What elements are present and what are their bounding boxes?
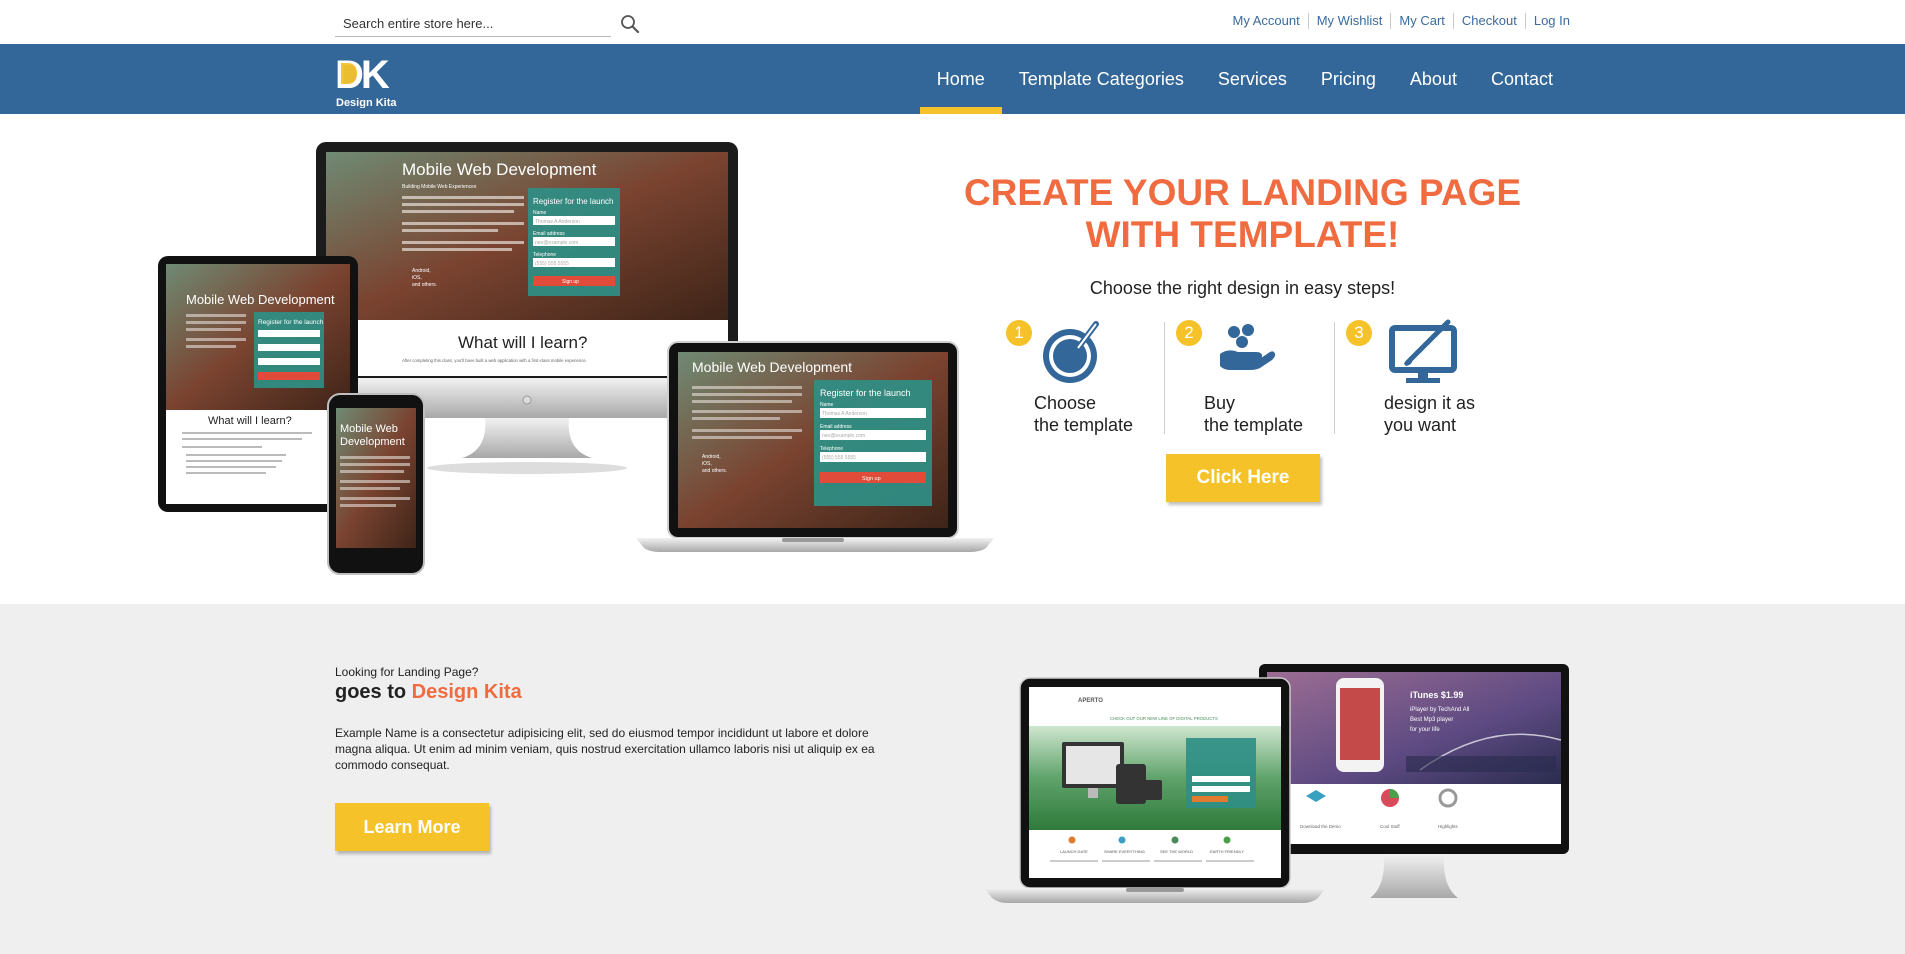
laptop-list-item: iOS, <box>702 461 712 467</box>
monitor-feature: Download the Demo <box>1300 824 1341 829</box>
lower-title: goes to Design Kita <box>335 681 522 704</box>
imac-screen-tagline: Building Mobile Web Experiences <box>402 184 477 190</box>
laptop-screen-title: Mobile Web Development <box>692 359 852 375</box>
imac-list-item: Android, <box>412 268 431 274</box>
step-3-badge: 3 <box>1346 320 1372 346</box>
nav-about[interactable]: About <box>1393 44 1474 114</box>
monitor-line: Best Mp3 player <box>1410 717 1453 723</box>
hero-subtitle: Choose the right design in easy steps! <box>1089 278 1396 298</box>
nav-template-categories[interactable]: Template Categories <box>1002 44 1201 114</box>
step-2-label: Buy the template <box>1204 392 1303 436</box>
laptop-feature: LAUNCH DATE <box>1060 849 1088 854</box>
imac-email-value: neo@example.com <box>535 240 578 246</box>
top-bar: My Account My Wishlist My Cart Checkout … <box>0 0 1905 44</box>
laptop-phone-label: Telephone <box>820 446 843 452</box>
step-divider <box>1334 322 1335 434</box>
laptop-feature: SHARE EVERYTHING <box>1104 849 1145 854</box>
imac-name-value: Thomas A Anderson <box>535 219 580 225</box>
step-3-line1: design it as <box>1384 393 1476 413</box>
checkout-link[interactable]: Checkout <box>1452 13 1525 29</box>
ipad-form-title: Register for the launch <box>258 319 324 326</box>
iphone-screen-title: Mobile Web <box>340 423 398 435</box>
monitor-price: iTunes $1.99 <box>1410 690 1463 700</box>
step-3-line2: you want <box>1384 415 1457 435</box>
step-1-badge: 1 <box>1006 320 1032 346</box>
hand-coins-icon <box>1220 324 1276 370</box>
step-1-label: Choose the template <box>1034 392 1133 436</box>
hero-title: CREATE YOUR LANDING PAGE WITH TEMPLATE! <box>930 172 1555 256</box>
account-links: My Account My Wishlist My Cart Checkout … <box>1225 13 1570 29</box>
nav-home[interactable]: Home <box>919 44 1002 114</box>
hero-title-line2: WITH TEMPLATE! <box>1085 214 1400 255</box>
laptop-list-item: and others. <box>702 468 727 474</box>
nav-pricing[interactable]: Pricing <box>1304 44 1393 114</box>
laptop-signup: Sign up <box>862 476 881 482</box>
my-cart-link[interactable]: My Cart <box>1390 13 1453 29</box>
imac-name-label: Name <box>533 210 547 216</box>
monitor-feature: Cool Stuff <box>1380 824 1400 829</box>
step-2-line2: the template <box>1204 415 1304 435</box>
nav-services[interactable]: Services <box>1201 44 1304 114</box>
step-2-badge: 2 <box>1176 320 1202 346</box>
logo[interactable]: DK Design Kita <box>335 52 407 108</box>
template-devices-illustration: iTunes $1.99 iPlayer by TechAnd All Best… <box>984 664 1569 903</box>
imac-phone-value: (555) 555 5555 <box>535 261 569 267</box>
my-wishlist-link[interactable]: My Wishlist <box>1307 13 1391 29</box>
laptop-list-item: Android, <box>702 454 721 460</box>
step-3-label: design it as you want <box>1384 392 1475 436</box>
imac-list-item: and others. <box>412 282 437 288</box>
lower-description: Example Name is a consectetur adipisicin… <box>335 726 875 772</box>
lower-title-brand: Design Kita <box>411 681 522 703</box>
iphone-screen-title: Development <box>340 436 405 448</box>
monitor-brush-icon <box>1389 319 1457 383</box>
imac-list-item: iOS, <box>412 275 422 281</box>
monitor-feature: Highlights <box>1438 824 1459 829</box>
imac-footer-note: After completing this class, you'll have… <box>402 358 587 363</box>
nav-contact[interactable]: Contact <box>1474 44 1570 114</box>
step-divider <box>1164 322 1165 434</box>
lower-section <box>0 604 1905 954</box>
laptop-banner: CHECK OUT OUR NEW LINE OF DIGITAL PRODUC… <box>1110 716 1218 721</box>
laptop-email-label: Email address <box>820 424 852 430</box>
imac-phone-label: Telephone <box>533 252 556 258</box>
step-2-line1: Buy <box>1204 393 1236 413</box>
my-account-link[interactable]: My Account <box>1225 13 1308 29</box>
lower-eyebrow: Looking for Landing Page? <box>335 665 479 679</box>
imac-learn-heading: What will I learn? <box>458 333 587 352</box>
search-input[interactable] <box>335 10 611 37</box>
learn-more-button[interactable]: Learn More <box>335 803 489 851</box>
responsive-devices-illustration: Mobile Web Development Building Mobile W… <box>158 142 994 575</box>
click-here-button[interactable]: Click Here <box>1166 454 1320 502</box>
search-icon[interactable] <box>620 14 640 34</box>
imac-email-label: Email address <box>533 231 565 237</box>
ipad-screen-title: Mobile Web Development <box>186 292 335 307</box>
logo-name: Design Kita <box>336 97 397 108</box>
main-nav: Home Template Categories Services Pricin… <box>919 44 1570 114</box>
laptop-name-label: Name <box>820 402 834 408</box>
globe-pen-icon <box>1043 321 1099 383</box>
hero-title-line1: CREATE YOUR LANDING PAGE <box>963 172 1522 213</box>
step-1-line1: Choose <box>1034 393 1097 413</box>
laptop-feature: EARTH FRIENDLY <box>1210 849 1244 854</box>
monitor-line: for your life <box>1410 727 1440 733</box>
imac-screen-title: Mobile Web Development <box>402 160 597 179</box>
monitor-line: iPlayer by TechAnd All <box>1410 707 1469 713</box>
imac-signup: Sign up <box>562 279 579 285</box>
laptop-form-title: Register for the launch <box>820 388 911 398</box>
laptop-phone-value: (555) 555 5555 <box>822 455 856 461</box>
laptop-email-value: neo@example.com <box>822 433 865 439</box>
laptop-feature: SEE THE WORLD <box>1160 849 1193 854</box>
login-link[interactable]: Log In <box>1524 13 1570 29</box>
lower-title-prefix: goes to <box>335 681 412 703</box>
imac-form-title: Register for the launch <box>533 197 614 206</box>
laptop-name-value: Thomas A Anderson <box>822 411 867 417</box>
step-1-line2: the template <box>1034 415 1134 435</box>
laptop-brand: APERTO <box>1078 698 1103 704</box>
ipad-learn-heading: What will I learn? <box>208 415 292 427</box>
